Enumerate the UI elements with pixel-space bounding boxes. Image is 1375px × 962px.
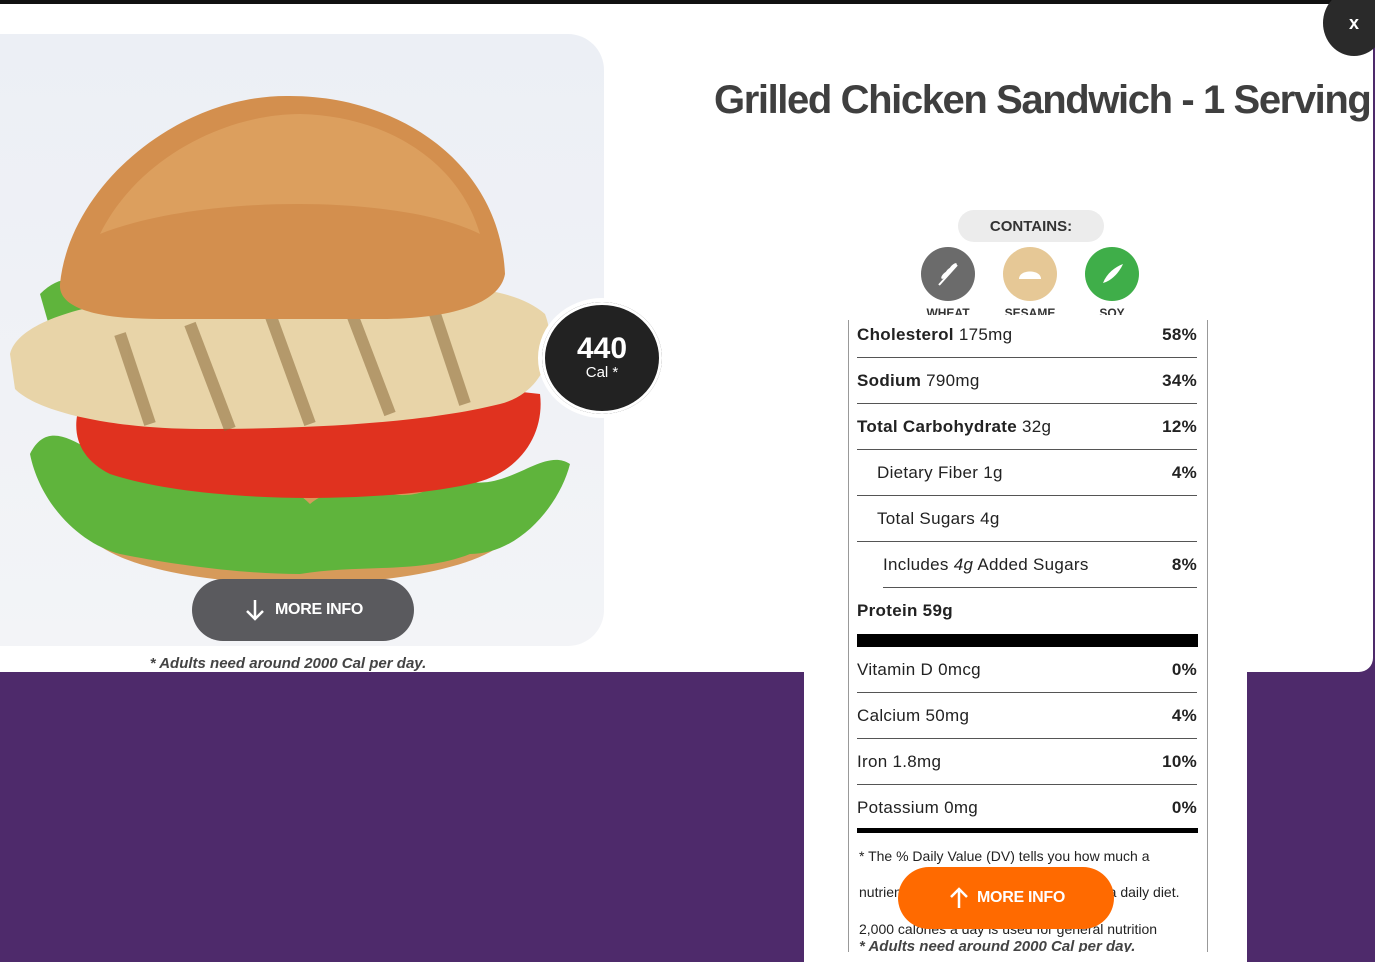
sandwich-illustration <box>10 95 570 584</box>
soy-icon <box>1085 247 1139 301</box>
adults-note: * Adults need around 2000 Cal per day. <box>149 655 427 672</box>
allergen-label-sesame: SESAME <box>1004 306 1056 315</box>
calorie-unit: Cal * <box>585 364 619 381</box>
footnote-line-2-left: nutrien <box>859 884 902 900</box>
nutrition-row-cholesterol: Cholesterol 175mg 58% <box>857 320 1197 358</box>
allergen-label-soy: SOY <box>1099 306 1125 315</box>
product-photo <box>0 34 604 646</box>
nutrition-row-potassium: Potassium 0mg 0% <box>857 797 1197 817</box>
wheat-icon <box>921 247 975 301</box>
arrow-down-icon <box>246 600 264 621</box>
nutrition-row-vitamin-d: Vitamin D 0mcg 0% <box>857 647 1197 693</box>
nutrition-row-added-sugars: Includes 4g Added Sugars 8% <box>883 542 1197 588</box>
close-button[interactable]: x <box>1323 0 1375 56</box>
nutrition-row-dietary-fiber: Dietary Fiber 1g 4% <box>857 450 1197 496</box>
arrow-up-icon <box>950 887 968 908</box>
allergen-label-wheat: WHEAT <box>926 306 970 315</box>
adults-note-nutrition: * Adults need around 2000 Cal per day. <box>859 938 1136 952</box>
nutrition-row-protein: Protein 59g <box>857 600 953 620</box>
nutrition-facts-panel: Cholesterol 175mg 58% Sodium 790mg 34% T… <box>848 320 1208 952</box>
calorie-value: 440 <box>576 332 628 365</box>
footnote-line-1: * The % Daily Value (DV) tells you how m… <box>859 848 1150 864</box>
calorie-badge: 440 Cal * <box>538 298 666 418</box>
sesame-icon <box>1003 247 1057 301</box>
more-info-label: MORE INFO <box>275 601 363 618</box>
nutrition-row-sodium: Sodium 790mg 34% <box>857 358 1197 404</box>
divider-thick <box>857 634 1198 647</box>
more-info-button[interactable]: MORE INFO <box>192 579 414 641</box>
nutrition-row-total-carbohydrate: Total Carbohydrate 32g 12% <box>857 404 1197 450</box>
divider-thin <box>857 828 1198 833</box>
more-info-button-collapse[interactable]: MORE INFO <box>898 867 1114 929</box>
more-info-label-orange: MORE INFO <box>977 889 1065 906</box>
product-title: Grilled Chicken Sandwich - 1 Serving <box>714 78 1372 122</box>
nutrition-row-calcium: Calcium 50mg 4% <box>857 693 1197 739</box>
close-icon: x <box>1349 12 1360 33</box>
nutrition-row-iron: Iron 1.8mg 10% <box>857 739 1197 785</box>
contains-label: CONTAINS: <box>958 210 1104 242</box>
nutrition-row-total-sugars: Total Sugars 4g <box>857 496 1197 542</box>
